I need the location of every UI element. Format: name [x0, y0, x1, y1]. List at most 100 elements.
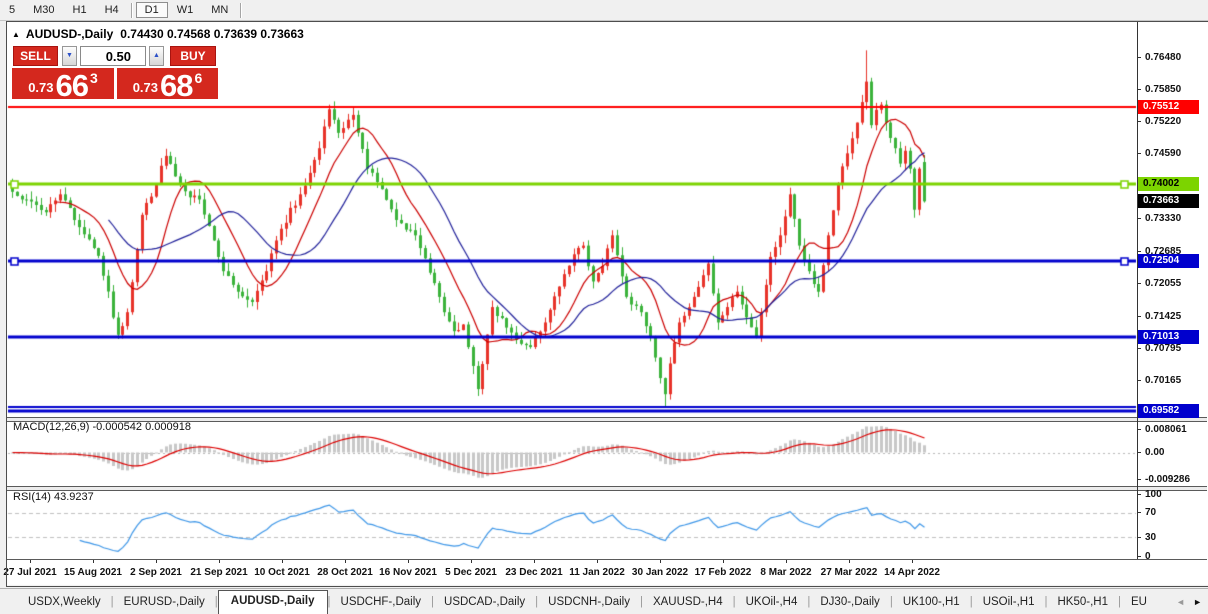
- buy-price-point: 6: [194, 70, 203, 86]
- tick-mark: [1137, 493, 1141, 495]
- date-label: 10 Oct 2021: [254, 567, 310, 578]
- tick-mark: [1137, 536, 1141, 538]
- arrow-down-icon: ▼: [66, 52, 73, 59]
- date-label: 2 Sep 2021: [130, 567, 182, 578]
- time-axis-divider: [7, 559, 1207, 560]
- price-tick: 0.70165: [1137, 374, 1181, 387]
- macd-axis-tick: 0.008061: [1137, 423, 1187, 436]
- rsi-axis-tick: 30: [1137, 531, 1156, 544]
- tick-value: -0.009286: [1145, 473, 1191, 485]
- price-level-badge: 0.72504: [1138, 253, 1199, 268]
- buy-button[interactable]: BUY: [170, 46, 216, 66]
- price-tick: 0.75850: [1137, 83, 1181, 96]
- chart-title: ▲ AUDUSD-,Daily 0.74430 0.74568 0.73639 …: [12, 27, 304, 41]
- date-tick-mark: [660, 560, 661, 563]
- sell-price-box[interactable]: 0.73 66 3: [12, 68, 114, 103]
- sell-price-pips: 66: [55, 68, 89, 103]
- tick-value: 0.70795: [1145, 342, 1182, 354]
- macd-axis-tick: -0.009286: [1137, 473, 1190, 486]
- date-tick-mark: [30, 560, 31, 563]
- date-tick-mark: [786, 560, 787, 563]
- date-tick-mark: [471, 560, 472, 563]
- arrow-up-icon: ▲: [153, 52, 160, 59]
- tick-mark: [1137, 56, 1141, 58]
- tick-mark: [1137, 428, 1141, 430]
- rsi-axis-tick: 0: [1137, 550, 1151, 563]
- trading-terminal: 5M30H1H4D1W1MN MACD(12,26,9) -0.000542 0…: [0, 0, 1208, 614]
- date-tick-mark: [408, 560, 409, 563]
- date-tick-mark: [849, 560, 850, 563]
- date-label: 8 Mar 2022: [760, 567, 812, 578]
- tick-mark: [1137, 452, 1141, 453]
- chart-ohlc-values: 0.74430 0.74568 0.73639 0.73663: [120, 27, 304, 41]
- tick-mark: [1137, 315, 1141, 317]
- tick-value: 0.74590: [1145, 148, 1182, 160]
- macd-indicator-label: MACD(12,26,9) -0.000542 0.000918: [13, 421, 191, 433]
- date-tick-mark: [282, 560, 283, 563]
- tick-mark: [1137, 555, 1141, 557]
- tick-mark: [1137, 250, 1141, 252]
- current-price-badge: 0.73663: [1138, 194, 1199, 209]
- tick-value: 0.76480: [1145, 51, 1182, 63]
- date-label: 28 Oct 2021: [317, 567, 373, 578]
- tab-scroll-left-icon[interactable]: ◄: [1176, 597, 1185, 607]
- price-level-badge: 0.71013: [1138, 330, 1199, 345]
- date-tick-mark: [723, 560, 724, 563]
- sell-button[interactable]: SELL: [13, 46, 58, 66]
- collapse-triangle-icon[interactable]: ▲: [12, 30, 20, 39]
- chart-symbol-period: AUDUSD-,Daily: [25, 27, 114, 41]
- date-tick-mark: [534, 560, 535, 563]
- tick-value: 0.008061: [1145, 423, 1187, 435]
- macd-axis-tick: 0.00: [1137, 446, 1164, 459]
- tick-mark: [1137, 121, 1141, 123]
- date-label: 30 Jan 2022: [631, 567, 689, 578]
- date-label: 11 Jan 2022: [569, 567, 625, 578]
- tab-scroll-right-icon[interactable]: ►: [1193, 597, 1202, 607]
- date-tick-mark: [345, 560, 346, 563]
- tick-mark: [1137, 512, 1141, 514]
- price-level-badge: 0.74002: [1138, 176, 1199, 191]
- tab-scroll-arrows: ◄ ►: [1168, 588, 1208, 614]
- date-label: 5 Dec 2021: [445, 567, 497, 578]
- date-tick-mark: [93, 560, 94, 563]
- date-label: 27 Jul 2021: [3, 567, 57, 578]
- price-tick: 0.71425: [1137, 310, 1181, 323]
- date-label: 16 Nov 2021: [379, 567, 437, 578]
- date-label: 27 Mar 2022: [820, 567, 878, 578]
- buy-price-box[interactable]: 0.73 68 6: [117, 68, 218, 103]
- tick-mark: [1137, 347, 1141, 349]
- price-level-badge: 0.75512: [1138, 99, 1199, 114]
- date-label: 21 Sep 2021: [190, 567, 248, 578]
- price-level-badge: 0.69582: [1138, 403, 1199, 418]
- sell-price-point: 3: [90, 70, 98, 86]
- tick-value: 0.70165: [1145, 375, 1182, 387]
- tick-mark: [1137, 478, 1141, 480]
- date-label: 14 Apr 2022: [884, 567, 940, 578]
- rsi-axis-tick: 100: [1137, 488, 1162, 501]
- price-tick: 0.73330: [1137, 212, 1181, 225]
- tick-mark: [1137, 283, 1141, 285]
- rsi-panel-divider[interactable]: [7, 486, 1207, 491]
- tick-value: 0.71425: [1145, 310, 1182, 322]
- tick-value: 0.72055: [1145, 278, 1182, 290]
- price-tick: 0.74590: [1137, 147, 1181, 160]
- date-tick-mark: [597, 560, 598, 563]
- date-label: 15 Aug 2021: [64, 567, 122, 578]
- buy-price-major: 0.73: [132, 80, 159, 95]
- tick-value: 0.75850: [1145, 83, 1182, 95]
- volume-decrease-button[interactable]: ▼: [62, 46, 77, 66]
- tick-mark: [1137, 380, 1141, 382]
- date-tick-mark: [219, 560, 220, 563]
- volume-increase-button[interactable]: ▲: [149, 46, 164, 66]
- buy-price-pips: 68: [160, 68, 193, 103]
- tick-mark: [1137, 153, 1141, 155]
- volume-input[interactable]: [80, 46, 146, 66]
- date-tick-mark: [912, 560, 913, 563]
- tick-value: 0.75220: [1145, 116, 1182, 128]
- price-tick: 0.75220: [1137, 115, 1181, 128]
- rsi-axis-tick: 70: [1137, 506, 1156, 519]
- tick-mark: [1137, 217, 1141, 219]
- price-tick: 0.76480: [1137, 51, 1181, 64]
- date-label: 17 Feb 2022: [694, 567, 752, 578]
- price-tick: 0.72055: [1137, 277, 1181, 290]
